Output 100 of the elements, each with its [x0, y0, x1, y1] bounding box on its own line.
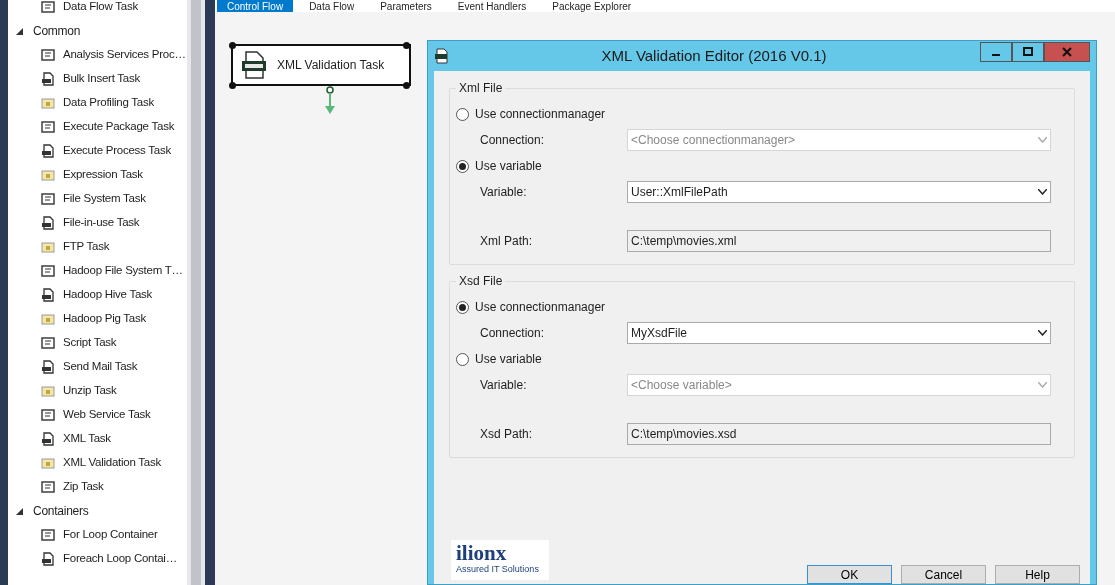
toolbox-item[interactable]: File System Task: [63, 190, 146, 208]
dropdown-field: <Choose connectionmanager>: [627, 129, 1051, 151]
toolbox-item[interactable]: File-in-use Task: [63, 214, 140, 232]
task-icon: [41, 264, 55, 278]
task-icon: [41, 96, 55, 110]
task-icon: [41, 48, 55, 62]
task-icon: [41, 192, 55, 206]
close-icon: [1062, 47, 1072, 57]
dropdown-caret-icon: [1038, 137, 1047, 143]
task-icon: [41, 0, 55, 14]
task-icon: [41, 312, 55, 326]
task-label: XML Validation Task: [277, 57, 385, 74]
toolbox-item[interactable]: Hadoop Pig Task: [63, 310, 146, 328]
task-icon: [41, 528, 55, 542]
group-label: Xml File: [456, 81, 506, 95]
designer-tab[interactable]: Event Handlers: [447, 0, 537, 12]
dialog-button[interactable]: OK: [807, 565, 892, 584]
designer-tab[interactable]: Parameters: [370, 0, 442, 12]
toolbox-item[interactable]: Data Flow Task: [63, 0, 138, 16]
radio-label[interactable]: Use connectionmanager: [475, 298, 606, 316]
toolbox-item[interactable]: For Loop Container: [63, 526, 158, 544]
logo-name: ilionx: [456, 542, 508, 564]
toolbox-item[interactable]: Analysis Services Proc…: [63, 46, 186, 64]
toolbox-group-header[interactable]: Common: [33, 22, 81, 40]
toolbox-item[interactable]: Send Mail Task: [63, 358, 138, 376]
expand-icon[interactable]: [16, 27, 23, 35]
minimize-icon: [992, 54, 1000, 56]
toolbox-item[interactable]: Web Service Task: [63, 406, 151, 424]
task-icon: [41, 72, 55, 86]
toolbox-item[interactable]: Hadoop Hive Task: [63, 286, 153, 304]
toolbox-item[interactable]: Zip Task: [63, 478, 104, 496]
toolbox-item[interactable]: Script Task: [63, 334, 117, 352]
path-field[interactable]: C:\temp\movies.xml: [627, 230, 1051, 252]
radio-button[interactable]: [456, 300, 469, 314]
dropdown-field[interactable]: MyXsdFile: [627, 322, 1051, 344]
toolbox-item[interactable]: Data Profiling Task: [63, 94, 154, 112]
toolbox-item[interactable]: Unzip Task: [63, 382, 117, 400]
toolbox-item[interactable]: XML Validation Task: [63, 454, 161, 472]
field-label: Connection:: [480, 325, 546, 342]
dropdown-caret-icon: [1038, 382, 1047, 388]
dropdown-caret-icon: [1038, 189, 1047, 195]
close-button[interactable]: [1044, 42, 1090, 62]
toolbox-item[interactable]: Foreach Loop Contai…: [63, 550, 177, 568]
field-label: Xml Path:: [480, 233, 534, 250]
path-field[interactable]: C:\temp\movies.xsd: [627, 423, 1051, 445]
task-icon: [41, 168, 55, 182]
task-icon: [41, 360, 55, 374]
task-icon: [41, 408, 55, 422]
minimize-button[interactable]: [980, 42, 1012, 62]
dialog-button[interactable]: Cancel: [901, 565, 986, 584]
radio-button[interactable]: [456, 107, 469, 121]
selection-handle[interactable]: [229, 82, 236, 89]
field-label: Connection:: [480, 132, 546, 149]
scrollbar-thumb[interactable]: [191, 0, 201, 585]
task-icon: [41, 480, 55, 494]
field-label: Xsd Path:: [480, 426, 534, 443]
task-icon: [41, 216, 55, 230]
toolbox-group-header[interactable]: Containers: [33, 502, 89, 520]
designer-tab[interactable]: Control Flow: [217, 0, 294, 12]
radio-label[interactable]: Use variable: [475, 157, 542, 175]
task-icon: [41, 336, 55, 350]
group-label: Xsd File: [456, 274, 506, 288]
designer-tab[interactable]: Package Explorer: [542, 0, 642, 12]
toolbox-item[interactable]: Hadoop File System T…: [63, 262, 183, 280]
dropdown-caret-icon: [1038, 330, 1047, 336]
selection-handle[interactable]: [403, 42, 410, 49]
field-label: Variable:: [480, 377, 528, 394]
task-icon: [41, 288, 55, 302]
radio-label[interactable]: Use variable: [475, 350, 542, 368]
maximize-button[interactable]: [1012, 42, 1044, 62]
dialog-button[interactable]: Help: [995, 565, 1080, 584]
radio-label[interactable]: Use connectionmanager: [475, 105, 606, 123]
selection-handle[interactable]: [229, 42, 236, 49]
task-icon: [41, 552, 55, 566]
dropdown-field[interactable]: User::XmlFilePath: [627, 181, 1051, 203]
toolbox-item[interactable]: Expression Task: [63, 166, 143, 184]
xml-file-icon: [241, 51, 267, 79]
window-title: XML Validation Editor (2016 V0.1): [600, 45, 828, 66]
radio-button[interactable]: [456, 159, 469, 173]
toolbox-item[interactable]: Execute Process Task: [63, 142, 171, 160]
selection-handle[interactable]: [403, 82, 410, 89]
precedence-arrow[interactable]: [324, 86, 336, 116]
task-icon: [41, 384, 55, 398]
toolbox-item[interactable]: Execute Package Task: [63, 118, 175, 136]
toolbox-item[interactable]: FTP Task: [63, 238, 110, 256]
task-icon: [41, 120, 55, 134]
logo-tagline: Assured IT Solutions: [456, 564, 540, 575]
xml-file-icon: [434, 48, 448, 64]
task-node[interactable]: XML Validation Task: [231, 44, 411, 86]
task-icon: [41, 456, 55, 470]
task-icon: [41, 432, 55, 446]
task-icon: [41, 240, 55, 254]
radio-button[interactable]: [456, 352, 469, 366]
toolbox-item[interactable]: XML Task: [63, 430, 111, 448]
dropdown-field: <Choose variable>: [627, 374, 1051, 396]
designer-tab[interactable]: Data Flow: [299, 0, 365, 12]
field-label: Variable:: [480, 184, 528, 201]
toolbox-item[interactable]: Bulk Insert Task: [63, 70, 140, 88]
task-icon: [41, 144, 55, 158]
expand-icon[interactable]: [16, 507, 23, 515]
